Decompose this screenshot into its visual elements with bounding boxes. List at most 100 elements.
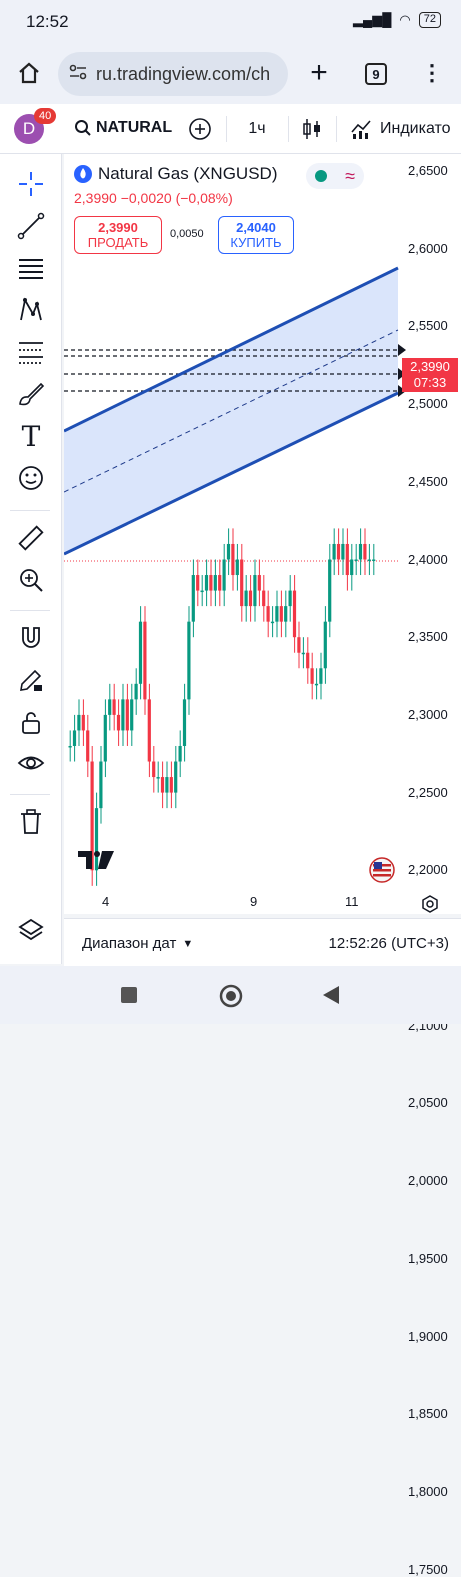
candle-body [319, 668, 323, 684]
candle-body [226, 543, 231, 560]
last-price: 2,3990 [410, 359, 450, 374]
system-nav-bar [0, 966, 461, 1024]
price-tick-label: 2,5000 [408, 396, 448, 412]
price-tick-label: 2,2000 [408, 862, 448, 878]
bar-countdown: 07:33 [413, 375, 447, 390]
date-range-button[interactable]: Диапазон дат ▼ [82, 935, 193, 952]
trash-icon[interactable] [13, 804, 49, 840]
candle-body [301, 652, 305, 655]
legend-toggles[interactable]: ≈ [306, 163, 364, 189]
candle-body [323, 621, 327, 669]
search-icon [75, 120, 91, 136]
candle-body [130, 699, 134, 731]
candle-body [160, 777, 165, 793]
candle-body [112, 699, 116, 715]
tool-divider [10, 610, 50, 611]
candle-body [204, 575, 209, 591]
layers-icon[interactable] [13, 912, 49, 948]
candle-body [336, 543, 341, 560]
last-price-tag: 2,3990 07:33 [402, 358, 458, 392]
crosshair-icon[interactable] [13, 166, 49, 202]
candle-body [213, 575, 217, 591]
timezone-clock[interactable]: 12:52:26 (UTC+3) [329, 935, 449, 952]
wave-icon: ≈ [345, 165, 355, 186]
home-nav-icon[interactable] [219, 984, 243, 1008]
url-field[interactable]: ru.tradingview.com/ch [58, 52, 288, 96]
price-tick-label: 2,0000 [408, 1173, 448, 1189]
brush-icon[interactable] [13, 376, 49, 412]
trend-line-icon[interactable] [13, 208, 49, 244]
candle-body [99, 761, 103, 809]
chart-area[interactable] [63, 154, 461, 914]
price-chart[interactable] [63, 154, 461, 914]
candle-body [152, 761, 156, 778]
price-tick-label: 2,0500 [408, 1095, 448, 1111]
fib-retracement-icon[interactable] [13, 334, 49, 370]
candle-body [125, 699, 129, 731]
candle-body [147, 699, 151, 762]
text-tool-icon[interactable]: T [13, 418, 49, 454]
status-bar: 12:52 ▂▄▆█ ◠ 72 [0, 0, 461, 44]
toolbar-divider [226, 116, 227, 142]
home-icon[interactable] [14, 58, 44, 88]
sell-label: ПРОДАТЬ [87, 235, 149, 250]
ruler-icon[interactable] [13, 520, 49, 556]
candle-body [341, 543, 345, 560]
candle-body [191, 575, 195, 622]
candle-body [354, 559, 358, 561]
tabs-button[interactable]: 9 [362, 62, 390, 86]
legend-title: Natural Gas (XNGUSD) [98, 164, 278, 183]
candle-body [143, 621, 147, 700]
battery-icon: 72 [418, 12, 441, 28]
system-icons: ▂▄▆█ ◠ 72 [353, 12, 441, 28]
candle-body [77, 714, 81, 731]
candle-body [363, 543, 367, 560]
candle-body [169, 777, 173, 793]
add-symbol-icon[interactable] [188, 117, 212, 141]
tab-count: 9 [365, 63, 387, 85]
candle-body [231, 543, 235, 576]
candle-body [279, 606, 283, 622]
indicators-button[interactable]: Индикато [350, 117, 460, 141]
magnet-icon[interactable] [13, 620, 49, 656]
candle-body [218, 575, 222, 591]
interval-button[interactable]: 1ч [240, 117, 274, 141]
buy-price: 2,4040 [236, 220, 276, 235]
notification-badge: 40 [34, 108, 57, 124]
channel-fill [64, 268, 398, 554]
candle-body [134, 683, 138, 700]
sell-button[interactable]: 2,3990 ПРОДАТЬ [74, 216, 162, 254]
candle-body [270, 621, 275, 624]
price-tick-label: 1,9000 [408, 1328, 448, 1344]
menu-dots-icon[interactable]: ⋮ [420, 58, 444, 88]
eye-icon[interactable] [13, 746, 49, 782]
candle-body [103, 714, 107, 762]
back-icon[interactable] [320, 984, 342, 1006]
signal-icon: ▂▄▆█ [352, 12, 392, 27]
candle-body [262, 590, 266, 607]
lock-icon[interactable] [13, 704, 49, 740]
site-settings-icon[interactable] [68, 62, 88, 87]
candle-body [284, 606, 288, 622]
pattern-icon[interactable] [13, 292, 49, 328]
tv-toolbar: D 40 NATURAL 1ч Индикато [0, 104, 461, 154]
price-tick-label: 2,4500 [408, 473, 448, 489]
buy-button[interactable]: 2,4040 КУПИТЬ [218, 216, 294, 254]
price-tick-label: 2,6500 [408, 163, 448, 178]
horizontal-lines-icon[interactable] [13, 250, 49, 286]
recents-icon[interactable] [120, 986, 138, 1004]
emoji-icon[interactable] [13, 460, 49, 496]
zoom-in-icon[interactable] [13, 562, 49, 598]
price-tick-label: 2,6000 [408, 240, 448, 256]
symbol-search-button[interactable]: NATURAL [74, 119, 172, 137]
price-tick-label: 2,3000 [408, 706, 448, 722]
candles-icon[interactable] [300, 117, 324, 141]
chart-bottom-bar: Диапазон дат ▼ 12:52:26 (UTC+3) [64, 918, 461, 966]
new-tab-icon[interactable]: + [304, 56, 334, 89]
candle-body [367, 559, 371, 561]
price-tick-label: 1,8500 [408, 1406, 448, 1422]
settings-gear-icon[interactable] [420, 894, 440, 914]
lock-drawing-icon[interactable] [13, 662, 49, 698]
candle-body [222, 559, 226, 591]
level-handle [398, 344, 406, 356]
